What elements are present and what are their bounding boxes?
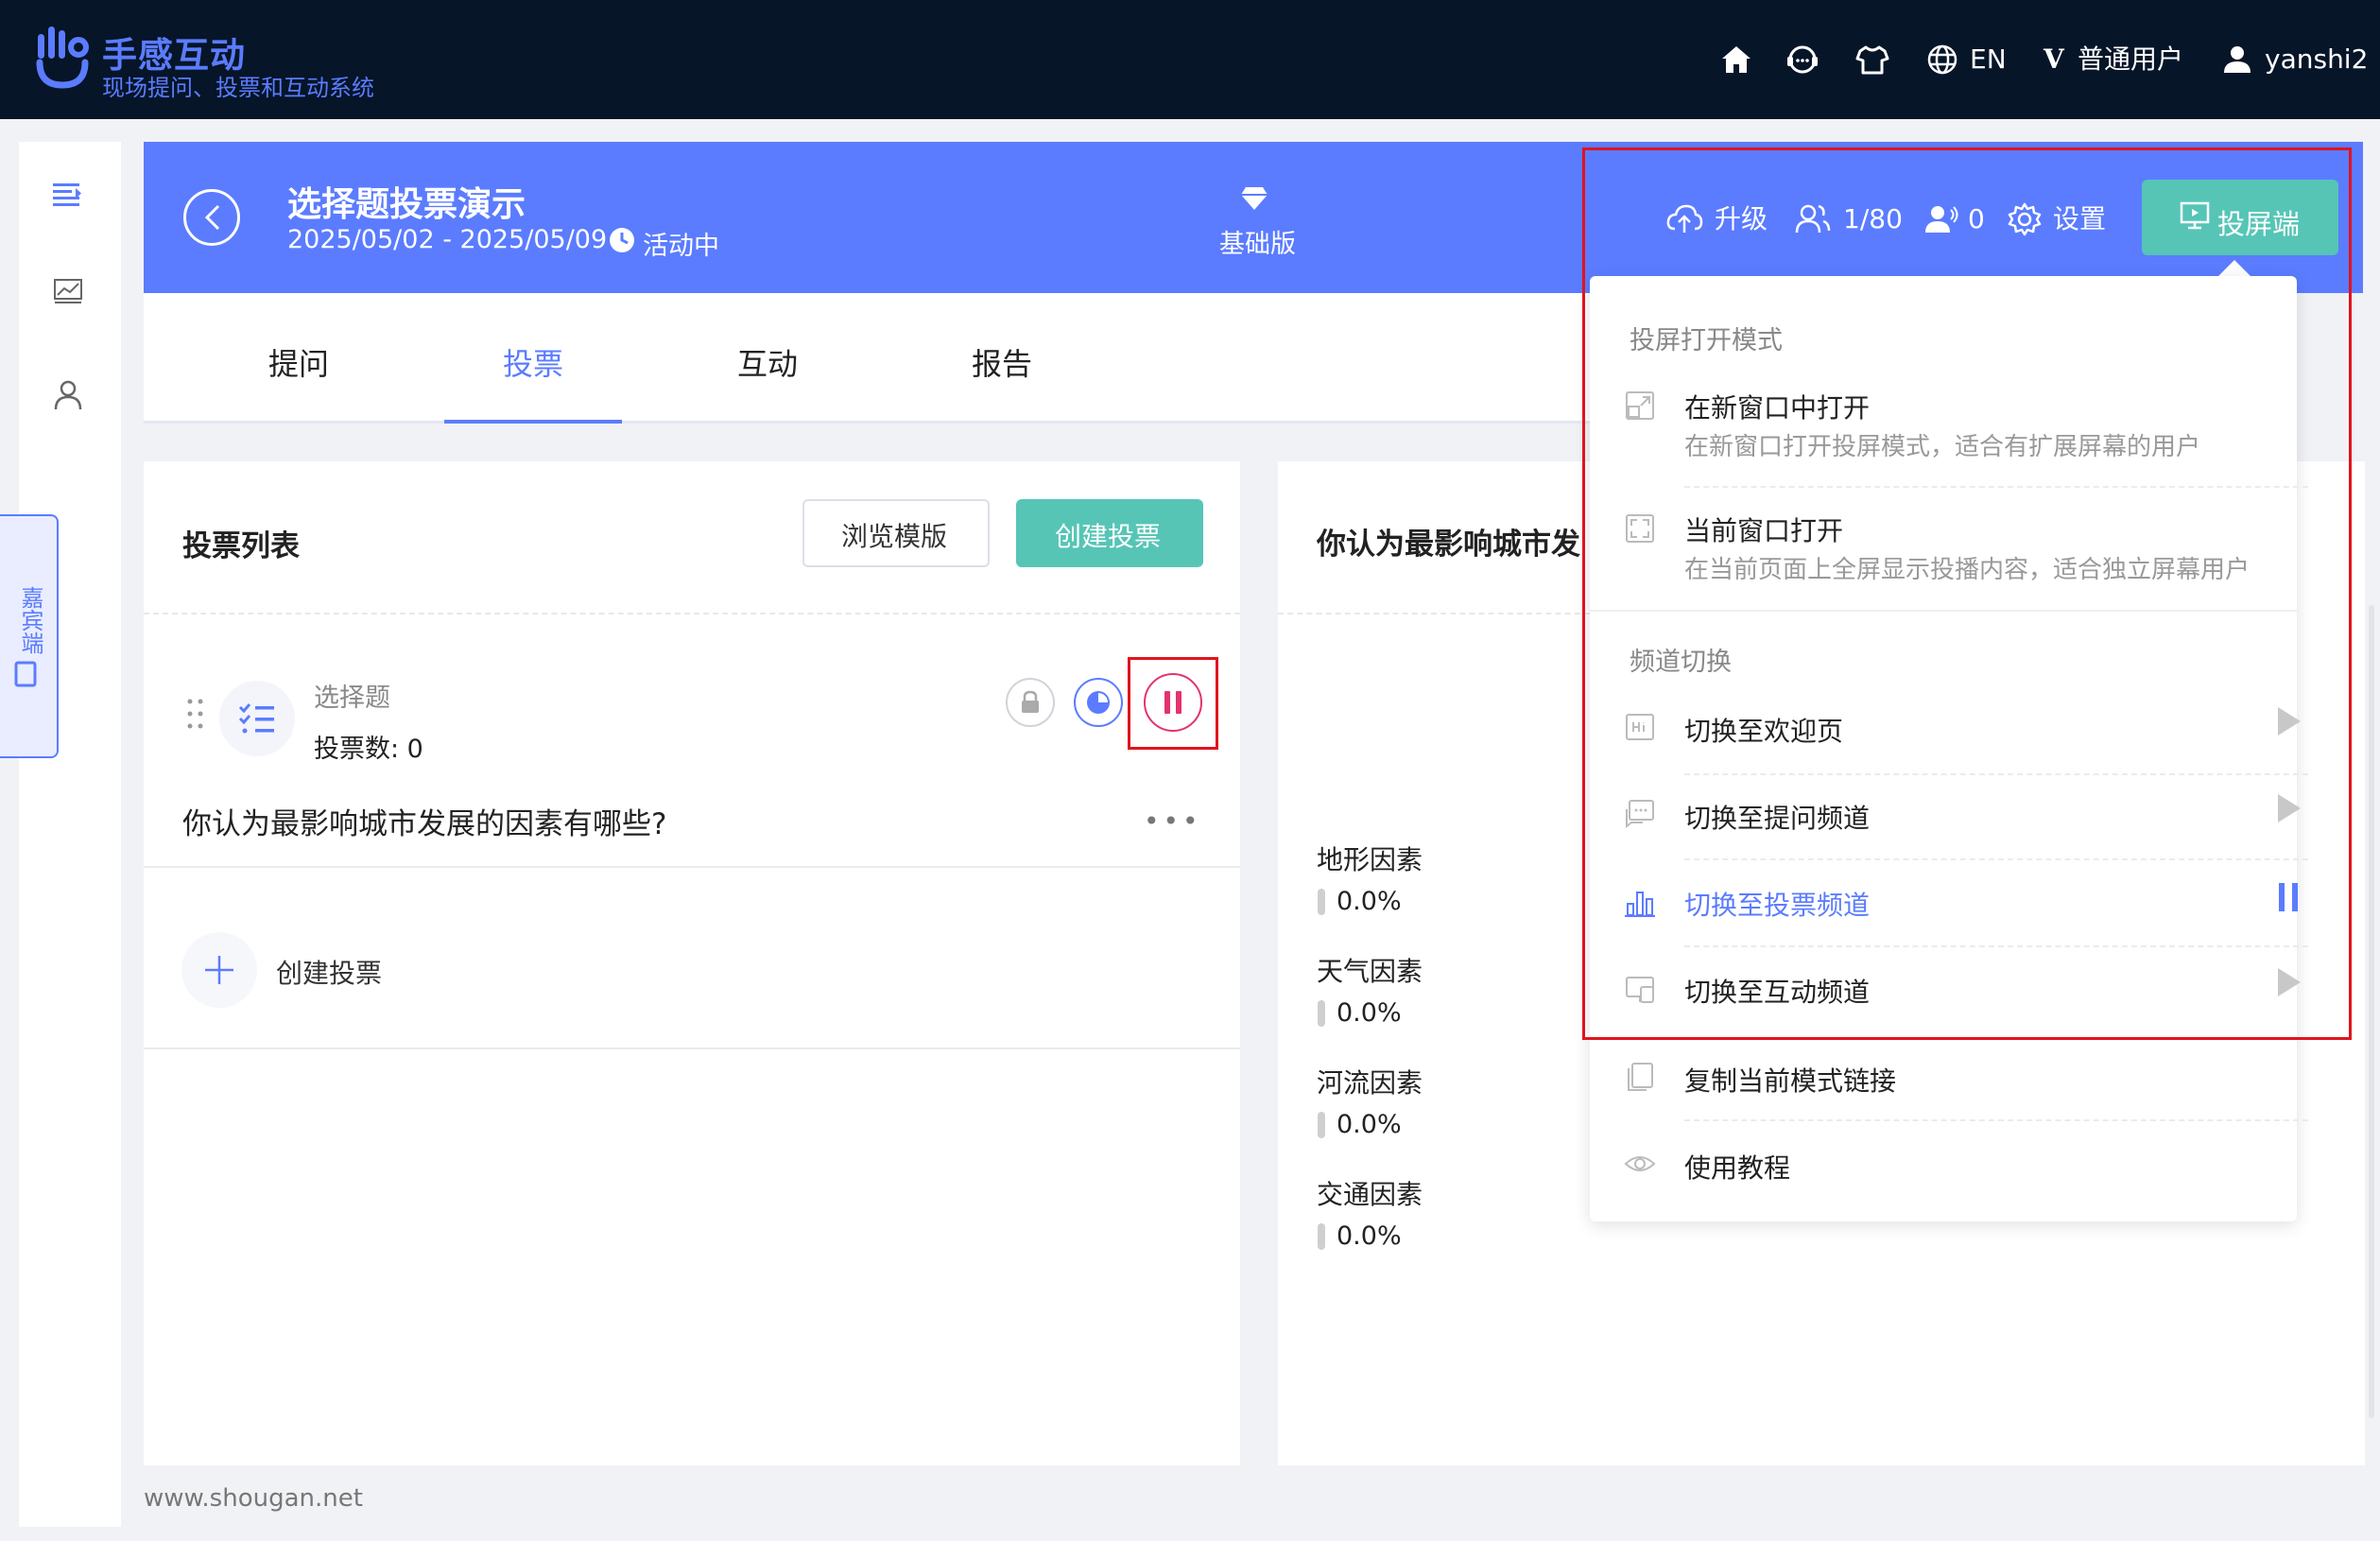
- option-bar: [1318, 889, 1325, 915]
- back-button[interactable]: [183, 189, 240, 246]
- event-title: 选择题投票演示: [287, 185, 526, 224]
- option-bar: [1318, 1223, 1325, 1250]
- menu-icon[interactable]: [49, 176, 87, 214]
- event-status: 活动中: [643, 232, 719, 261]
- lock-button[interactable]: [1006, 678, 1055, 727]
- tutorial-item[interactable]: 使用教程: [1684, 1148, 1790, 1186]
- tab-report[interactable]: 报告: [972, 340, 1032, 384]
- tab-questions[interactable]: 提问: [268, 340, 329, 384]
- divider: [144, 613, 1240, 615]
- guest-side-tab-label: 嘉宾端: [17, 586, 43, 654]
- user-type-label[interactable]: 普通用户: [2078, 42, 2183, 78]
- option-label: 河流因素: [1317, 1067, 1423, 1099]
- checklist-icon: [238, 703, 274, 734]
- drag-handle-icon[interactable]: [185, 698, 206, 730]
- pie-chart-icon: [1087, 691, 1110, 714]
- copy-link-item[interactable]: 复制当前模式链接: [1684, 1061, 1896, 1099]
- screen-icon: [14, 661, 37, 687]
- tab-interact[interactable]: 互动: [737, 340, 798, 384]
- support-icon[interactable]: [1785, 42, 1820, 78]
- highlight-box: [1582, 147, 2352, 1040]
- divider: [144, 866, 1240, 868]
- home-icon[interactable]: [1718, 42, 1754, 78]
- tab-vote[interactable]: 投票: [503, 340, 563, 384]
- tab-bar: [144, 293, 1618, 424]
- event-date-range: 2025/05/02 - 2025/05/09: [287, 225, 608, 254]
- language-switch[interactable]: EN: [1970, 42, 2007, 78]
- copy-icon: [1628, 1063, 1653, 1091]
- choice-type-icon-wrap: [219, 681, 295, 756]
- diamond-icon: [1241, 187, 1268, 210]
- create-vote-label: 创建投票: [1055, 521, 1162, 552]
- add-vote-icon-button[interactable]: [181, 932, 257, 1008]
- browse-templates-label: 浏览模版: [841, 521, 948, 552]
- divider: [1278, 613, 1599, 615]
- clock-icon: [610, 228, 634, 252]
- more-options-icon[interactable]: •••: [1144, 805, 1202, 837]
- lock-icon: [1022, 690, 1039, 713]
- option-percent: 0.0%: [1337, 998, 1402, 1028]
- vote-list-title: 投票列表: [182, 529, 300, 563]
- vote-question[interactable]: 你认为最影响城市发展的因素有哪些?: [182, 800, 666, 842]
- option-percent: 0.0%: [1337, 1110, 1402, 1139]
- results-button[interactable]: [1074, 678, 1123, 727]
- footer-url[interactable]: www.shougan.net: [144, 1484, 363, 1513]
- eye-icon: [1624, 1156, 1656, 1171]
- add-vote-label[interactable]: 创建投票: [276, 953, 382, 991]
- left-sidebar: [19, 142, 121, 1527]
- divider: [144, 1048, 1240, 1049]
- plan-v-badge[interactable]: V: [2044, 42, 2064, 78]
- option-percent: 0.0%: [1337, 1221, 1402, 1251]
- divider: [1684, 1119, 2308, 1121]
- hand-logo-icon: [36, 26, 89, 89]
- option-bar: [1318, 1000, 1325, 1027]
- option-label: 天气因素: [1317, 956, 1423, 987]
- vote-type-label: 选择题: [314, 684, 390, 713]
- person-icon[interactable]: [49, 376, 87, 414]
- highlight-box: [1128, 657, 1218, 750]
- scrollbar[interactable]: [2369, 605, 2374, 1418]
- option-percent: 0.0%: [1337, 887, 1402, 916]
- plan-label[interactable]: 基础版: [1219, 223, 1296, 260]
- option-label: 地形因素: [1317, 844, 1423, 875]
- app-logo-subtitle: 现场提问、投票和互动系统: [102, 75, 374, 101]
- shirt-icon[interactable]: [1854, 42, 1890, 78]
- globe-icon[interactable]: [1924, 42, 1960, 78]
- option-label: 交通因素: [1317, 1179, 1423, 1210]
- option-bar: [1318, 1112, 1325, 1138]
- plus-icon: [205, 956, 233, 984]
- active-tab-indicator: [444, 420, 622, 424]
- chart-icon[interactable]: [49, 272, 87, 310]
- chevron-left-icon: [204, 204, 220, 231]
- vote-count: 投票数: 0: [314, 735, 423, 764]
- username[interactable]: yanshi2: [2265, 42, 2368, 78]
- user-icon[interactable]: [2219, 42, 2255, 78]
- result-question-title: 你认为最影响城市发: [1317, 528, 1580, 562]
